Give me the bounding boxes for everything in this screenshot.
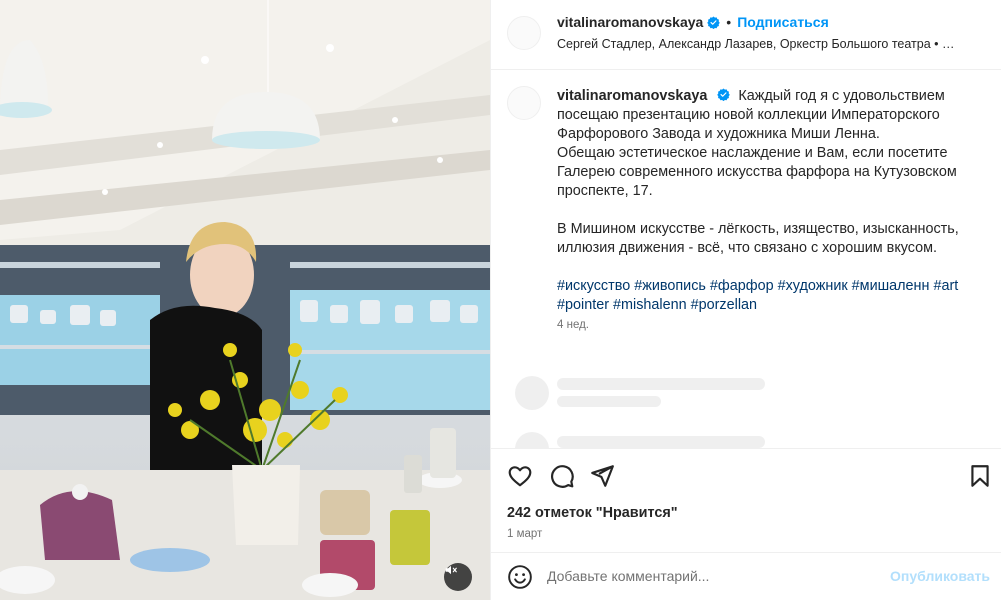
post-actions: 242 отметок "Нравится" 1 март <box>491 448 1001 552</box>
hashtag-link[interactable]: #porzellan <box>691 297 757 313</box>
follow-button[interactable]: Подписаться <box>737 14 829 30</box>
comment-skeleton-line <box>557 396 661 407</box>
hashtag-link[interactable]: #mishalenn <box>613 297 687 313</box>
hashtag-link[interactable]: #мишаленн <box>852 278 930 294</box>
send-icon[interactable] <box>589 463 615 489</box>
audio-attribution[interactable]: Сергей Стадлер, Александр Лазарев, Оркес… <box>557 37 957 51</box>
author-row: vitalinaromanovskaya • Подписаться <box>557 14 829 30</box>
comments-scroll-area[interactable]: vitalinaromanovskaya Каждый год я с удов… <box>491 70 1001 448</box>
verified-badge-icon <box>707 16 721 29</box>
comment-skeleton-line <box>557 378 765 390</box>
verified-badge-icon <box>717 88 731 101</box>
caption-time-ago[interactable]: 4 нед. <box>557 319 589 331</box>
hashtag-link[interactable]: #art <box>933 278 958 294</box>
comment-input[interactable] <box>547 563 867 589</box>
separator-dot: • <box>726 14 732 30</box>
post-media[interactable] <box>0 0 490 600</box>
hashtag-link[interactable]: #pointer <box>557 297 609 313</box>
likes-count[interactable]: 242 отметок "Нравится" <box>507 505 678 521</box>
bookmark-icon[interactable] <box>967 463 993 489</box>
mute-button[interactable] <box>444 563 472 591</box>
comment-icon[interactable] <box>549 463 575 489</box>
caption-text-2: Обещаю эстетическое наслаждение и Вам, е… <box>557 145 957 199</box>
hashtag-link[interactable]: #живопись <box>634 278 706 294</box>
comment-skeleton-line <box>557 436 765 448</box>
add-comment-bar: Опубликовать <box>491 552 1001 600</box>
publish-button[interactable]: Опубликовать <box>890 568 990 584</box>
hashtag-list: #искусство #живопись #фарфор #художник #… <box>557 277 977 315</box>
post-header: vitalinaromanovskaya • Подписаться Серге… <box>491 0 1001 70</box>
post-side-panel: vitalinaromanovskaya • Подписаться Серге… <box>490 0 1001 600</box>
comment-skeleton-avatar <box>515 376 549 410</box>
hashtag-link[interactable]: #искусство <box>557 278 630 294</box>
hashtag-link[interactable]: #художник <box>778 278 848 294</box>
gallery-photo <box>0 0 490 600</box>
caption-avatar[interactable] <box>507 86 541 120</box>
post-date[interactable]: 1 март <box>507 528 542 540</box>
speaker-muted-icon <box>445 565 457 575</box>
emoji-icon[interactable] <box>507 564 533 590</box>
caption-text-3: В Мишином искусстве - лёгкость, изяществ… <box>557 221 959 256</box>
hashtag-link[interactable]: #фарфор <box>710 278 774 294</box>
author-avatar[interactable] <box>507 16 541 50</box>
author-username[interactable]: vitalinaromanovskaya <box>557 14 703 30</box>
post-caption: vitalinaromanovskaya Каждый год я с удов… <box>557 87 977 315</box>
heart-icon[interactable] <box>507 463 533 489</box>
caption-username[interactable]: vitalinaromanovskaya <box>557 88 707 104</box>
comment-skeleton-avatar <box>515 432 549 448</box>
